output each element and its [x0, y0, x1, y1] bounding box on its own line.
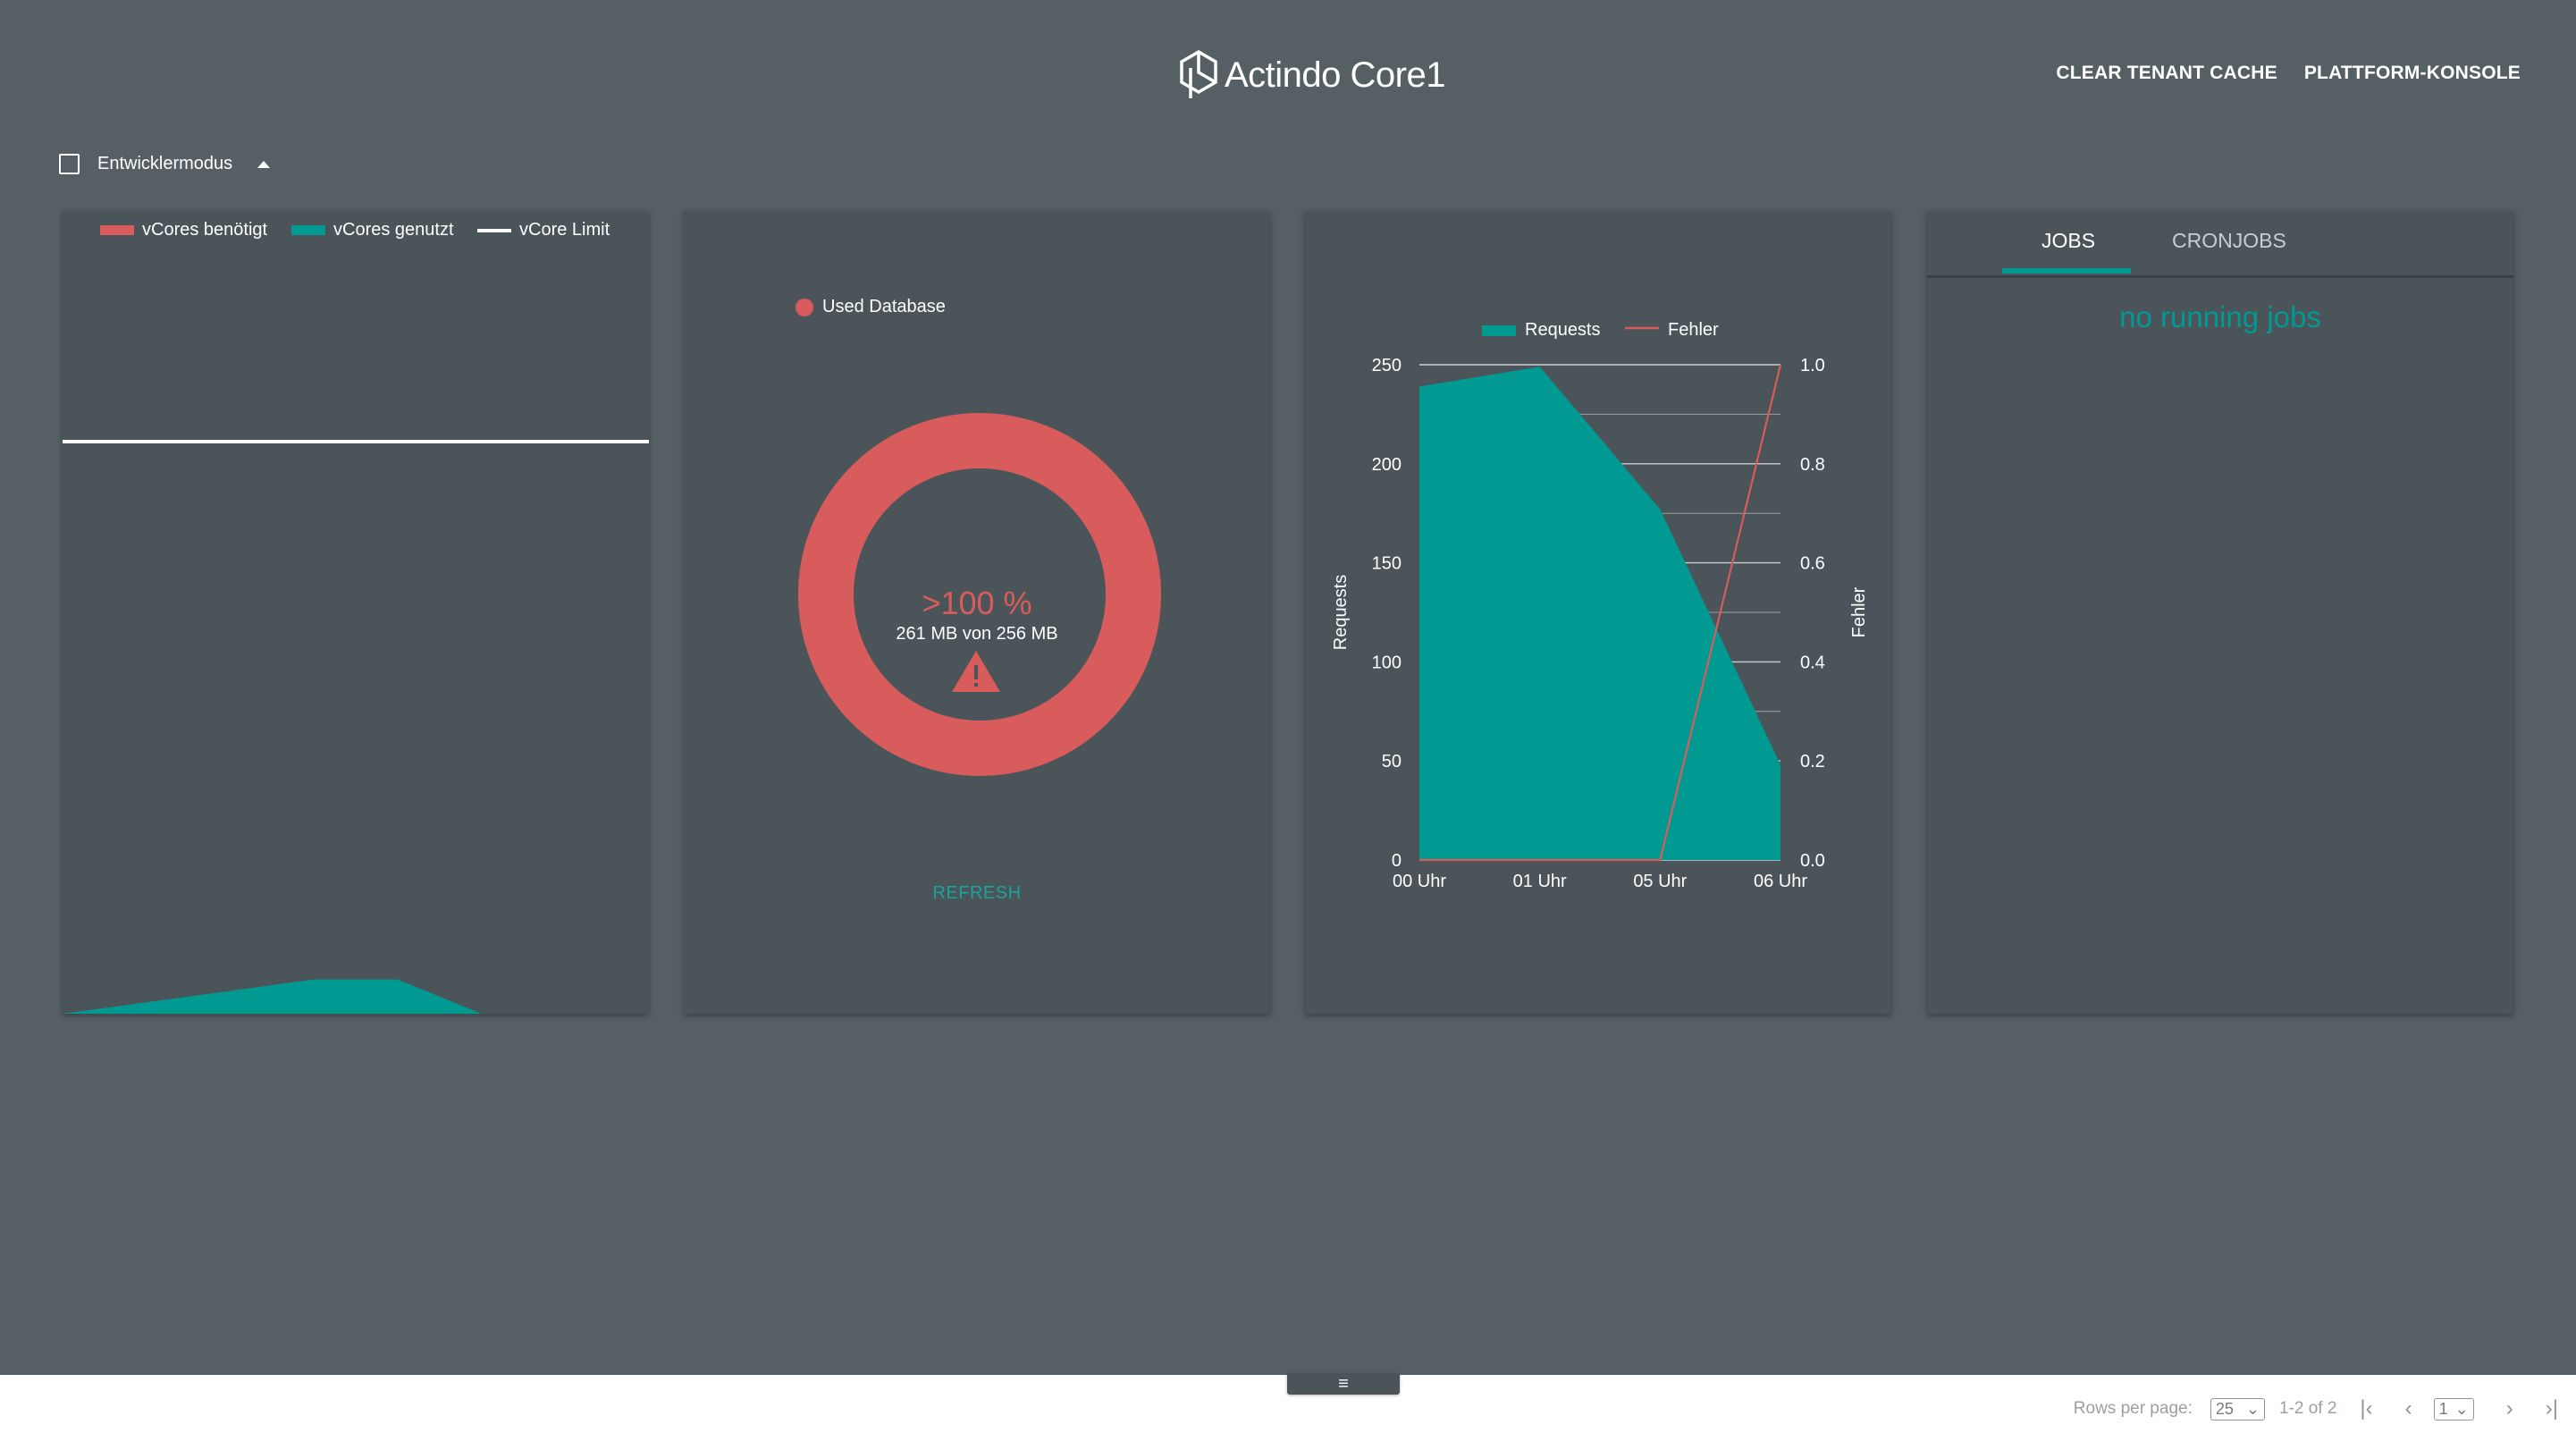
jobs-tabs: JOBS CRONJOBS: [1927, 211, 2513, 278]
last-page-icon[interactable]: ›|: [2546, 1396, 2558, 1421]
rows-per-page-value: 25: [2215, 1399, 2234, 1418]
database-card: Used Database >100 % 261 MB von 256 MB R…: [684, 211, 1270, 1014]
y2-tick-label: 0.0: [1800, 851, 1825, 871]
requests-card: 0 50 100 150 200 250 0.0 0.2 0.4 0.6 0.8 1.0 00 Uhr 0…: [1305, 211, 1891, 1014]
menu-lines-icon[interactable]: ≡: [1287, 1373, 1400, 1395]
legend-dot: [796, 298, 813, 316]
y-tick-label: 250: [1372, 356, 1402, 375]
developer-mode-label: Entwicklermodus: [97, 154, 233, 173]
vcores-chart: [63, 440, 649, 1014]
refresh-button[interactable]: REFRESH: [684, 883, 1270, 904]
top-bar: Actindo Core1 CLEAR TENANT CACHE PLATTFO…: [0, 0, 2576, 143]
y2-axis-label: Fehler: [1849, 586, 1869, 637]
tab-cronjobs[interactable]: CRONJOBS: [2172, 229, 2286, 253]
active-tab-indicator: [2002, 268, 2131, 274]
x-tick-label: 00 Uhr: [1393, 872, 1446, 891]
y2-tick-label: 0.2: [1800, 752, 1825, 771]
jobs-card: JOBS CRONJOBS no running jobs: [1927, 211, 2513, 1014]
x-tick-label: 01 Uhr: [1513, 872, 1567, 891]
rows-per-page-select[interactable]: 25 ⌄: [2210, 1397, 2265, 1420]
platform-console-button[interactable]: PLATTFORM-KONSOLE: [2304, 63, 2521, 84]
database-usage-text: 261 MB von 256 MB: [896, 624, 1058, 644]
warning-triangle-icon: [952, 651, 1000, 692]
clear-tenant-cache-button[interactable]: CLEAR TENANT CACHE: [2056, 63, 2277, 84]
previous-page-icon[interactable]: ‹: [2405, 1396, 2412, 1421]
empty-jobs-message: no running jobs: [2119, 300, 2321, 333]
vcores-used-area: [63, 979, 649, 1014]
pagination: Rows per page: 25 ⌄ 1-2 of 2 |‹ ‹ 1 ⌄ › …: [2074, 1396, 2558, 1421]
logo-text: Actindo Core1: [1225, 55, 1445, 95]
legend-swatch-requests: [1482, 325, 1516, 336]
x-tick-label: 06 Uhr: [1754, 872, 1807, 891]
vcores-card: vCores benötigt vCores genutzt vCore Lim…: [63, 211, 649, 1014]
rows-per-page-label: Rows per page:: [2073, 1399, 2193, 1418]
legend-label-fehler: Fehler: [1668, 320, 1719, 340]
legend-item[interactable]: Used Database: [796, 297, 946, 317]
page-value: 1: [2438, 1399, 2448, 1418]
y-tick-label: 50: [1382, 752, 1402, 771]
page-select[interactable]: 1 ⌄: [2433, 1397, 2474, 1420]
y-tick-label: 100: [1372, 653, 1402, 672]
y-tick-label: 200: [1372, 455, 1402, 475]
first-page-icon[interactable]: |‹: [2360, 1396, 2372, 1421]
developer-mode-toggle[interactable]: Entwicklermodus: [59, 154, 271, 174]
tab-jobs[interactable]: JOBS: [2041, 229, 2095, 253]
actindo-logo-icon: [1180, 49, 1217, 98]
x-tick-label: 05 Uhr: [1633, 872, 1687, 891]
requests-area: [1419, 367, 1780, 860]
legend-label: Used Database: [822, 297, 946, 316]
chevron-down-icon: ⌄: [2454, 1399, 2469, 1418]
developer-mode-checkbox[interactable]: [59, 154, 80, 174]
y2-tick-label: 1.0: [1800, 356, 1825, 375]
chevron-down-icon: ⌄: [2245, 1399, 2260, 1418]
y-tick-label: 150: [1372, 554, 1402, 574]
y-tick-label: 0: [1392, 851, 1402, 871]
legend-label-requests: Requests: [1525, 320, 1601, 340]
y2-tick-label: 0.6: [1800, 554, 1825, 574]
y2-tick-label: 0.4: [1800, 653, 1825, 672]
caret-up-icon[interactable]: [257, 160, 271, 168]
logo: Actindo Core1: [1176, 46, 1445, 104]
page-range-text: 1-2 of 2: [2278, 1399, 2337, 1418]
y-axis-label: Requests: [1331, 575, 1351, 651]
next-page-icon[interactable]: ›: [2506, 1396, 2513, 1421]
y2-tick-label: 0.8: [1800, 455, 1825, 475]
database-percent: >100 %: [922, 585, 1032, 621]
requests-chart: 0 50 100 150 200 250 0.0 0.2 0.4 0.6 0.8 1.0 00 Uhr 0…: [1331, 320, 1869, 891]
